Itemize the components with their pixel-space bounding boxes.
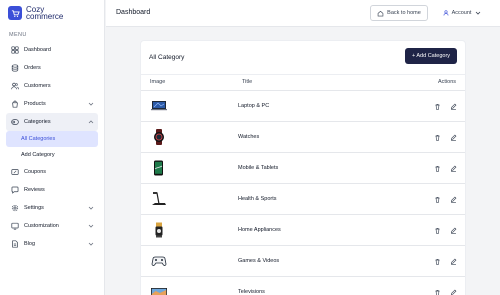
delete-icon[interactable] bbox=[433, 288, 441, 295]
back-to-home-label: Back to home bbox=[387, 10, 421, 16]
sidebar-item-label: Orders bbox=[24, 65, 41, 71]
sidebar-subitem-label: All Categories bbox=[21, 136, 56, 142]
table-header: Image Title Actions bbox=[141, 74, 465, 91]
menu-label: MENU bbox=[9, 32, 27, 38]
phone-image bbox=[150, 160, 168, 176]
table-row: Mobile & Tablets bbox=[141, 153, 465, 184]
column-header-title: Title bbox=[242, 79, 253, 85]
edit-icon[interactable] bbox=[449, 257, 457, 265]
account-label: Account bbox=[451, 10, 472, 16]
delete-icon[interactable] bbox=[433, 133, 441, 141]
page-title: Dashboard bbox=[116, 9, 151, 16]
sidebar-item-label: Blog bbox=[24, 241, 36, 247]
sidebar-item-label: Settings bbox=[24, 205, 44, 211]
sidebar-item-label: Reviews bbox=[24, 187, 45, 193]
sidebar-item-customization[interactable]: Customization bbox=[6, 217, 98, 235]
chevron-down-icon bbox=[88, 102, 94, 106]
chevron-down-icon bbox=[88, 206, 94, 210]
edit-icon[interactable] bbox=[449, 164, 457, 172]
sidebar-subitem-label: Add Category bbox=[21, 152, 55, 158]
brand[interactable]: Cozy commerce bbox=[8, 6, 64, 21]
sidebar-item-settings[interactable]: Settings bbox=[6, 199, 98, 217]
table-row: Laptop & PC bbox=[141, 91, 465, 122]
watch-image bbox=[150, 129, 168, 145]
sidebar-item-orders[interactable]: Orders bbox=[6, 59, 98, 77]
category-title: Watches bbox=[238, 134, 260, 140]
edit-icon[interactable] bbox=[449, 102, 457, 110]
sidebar-subitem-add-category[interactable]: Add Category bbox=[6, 147, 98, 163]
customization-icon bbox=[11, 222, 19, 230]
appliance-image bbox=[150, 222, 168, 238]
cart-logo-icon bbox=[8, 6, 22, 20]
category-title: Laptop & PC bbox=[238, 103, 270, 109]
sidebar-item-label: Customization bbox=[24, 223, 59, 229]
sidebar-item-customers[interactable]: Customers bbox=[6, 77, 98, 95]
sidebar-item-coupons[interactable]: Coupons bbox=[6, 163, 98, 181]
table-row: Games & Videos bbox=[141, 246, 465, 277]
dashboard-icon bbox=[11, 46, 19, 54]
sidebar-item-categories[interactable]: Categories bbox=[6, 113, 98, 131]
account-menu-button[interactable]: Account bbox=[434, 5, 490, 21]
table-row: Televisions bbox=[141, 277, 465, 295]
sidebar-nav: Dashboard Orders Customers Products Cate… bbox=[6, 41, 98, 253]
categories-card: All Category + Add Category Image Title … bbox=[140, 40, 466, 295]
orders-icon bbox=[11, 64, 19, 72]
categories-icon bbox=[11, 118, 19, 126]
sidebar-item-reviews[interactable]: Reviews bbox=[6, 181, 98, 199]
table-row: Home Appliances bbox=[141, 215, 465, 246]
tv-image bbox=[150, 284, 168, 295]
categories-table-body: Laptop & PC Watches Mobile & Tablets Hea… bbox=[141, 91, 465, 295]
laptop-image bbox=[150, 98, 168, 114]
card-title: All Category bbox=[149, 54, 185, 61]
chevron-down-icon bbox=[88, 224, 94, 228]
category-title: Home Appliances bbox=[238, 227, 281, 233]
edit-icon[interactable] bbox=[449, 226, 457, 234]
add-category-button[interactable]: + Add Category bbox=[405, 48, 457, 64]
delete-icon[interactable] bbox=[433, 257, 441, 265]
sidebar-item-blog[interactable]: Blog bbox=[6, 235, 98, 253]
blog-icon bbox=[11, 240, 19, 248]
edit-icon[interactable] bbox=[449, 133, 457, 141]
sidebar-item-products[interactable]: Products bbox=[6, 95, 98, 113]
category-title: Health & Sports bbox=[238, 196, 277, 202]
sidebar-item-label: Products bbox=[24, 101, 46, 107]
gamepad-image bbox=[150, 253, 168, 269]
edit-icon[interactable] bbox=[449, 195, 457, 203]
column-header-actions: Actions bbox=[438, 79, 457, 85]
brand-name: Cozy commerce bbox=[26, 6, 64, 21]
sidebar-item-label: Dashboard bbox=[24, 47, 51, 53]
table-row: Watches bbox=[141, 122, 465, 153]
delete-icon[interactable] bbox=[433, 195, 441, 203]
delete-icon[interactable] bbox=[433, 164, 441, 172]
top-header: Dashboard Back to home Account bbox=[106, 0, 500, 27]
products-icon bbox=[11, 100, 19, 108]
edit-icon[interactable] bbox=[449, 288, 457, 295]
reviews-icon bbox=[11, 186, 19, 194]
column-header-image: Image bbox=[150, 79, 166, 85]
customers-icon bbox=[11, 82, 19, 90]
coupons-icon bbox=[11, 168, 19, 176]
sidebar-item-label: Coupons bbox=[24, 169, 47, 175]
category-title: Mobile & Tablets bbox=[238, 165, 279, 171]
home-icon bbox=[377, 10, 384, 16]
delete-icon[interactable] bbox=[433, 102, 441, 110]
chevron-up-icon bbox=[88, 120, 94, 124]
back-to-home-button[interactable]: Back to home bbox=[370, 5, 428, 21]
treadmill-image bbox=[150, 191, 168, 207]
user-icon bbox=[443, 10, 448, 16]
table-row: Health & Sports bbox=[141, 184, 465, 215]
sidebar-item-dashboard[interactable]: Dashboard bbox=[6, 41, 98, 59]
delete-icon[interactable] bbox=[433, 226, 441, 234]
sidebar-subitem-all-categories[interactable]: All Categories bbox=[6, 131, 98, 147]
chevron-down-icon bbox=[88, 242, 94, 246]
gear-icon bbox=[11, 204, 19, 212]
category-title: Televisions bbox=[238, 289, 265, 295]
category-title: Games & Videos bbox=[238, 258, 280, 264]
brand-line-2: commerce bbox=[26, 12, 64, 21]
sidebar: Cozy commerce MENU Dashboard Orders Cust… bbox=[0, 0, 105, 295]
sidebar-item-label: Categories bbox=[24, 119, 51, 125]
sidebar-item-label: Customers bbox=[24, 83, 51, 89]
chevron-down-icon bbox=[476, 11, 481, 15]
